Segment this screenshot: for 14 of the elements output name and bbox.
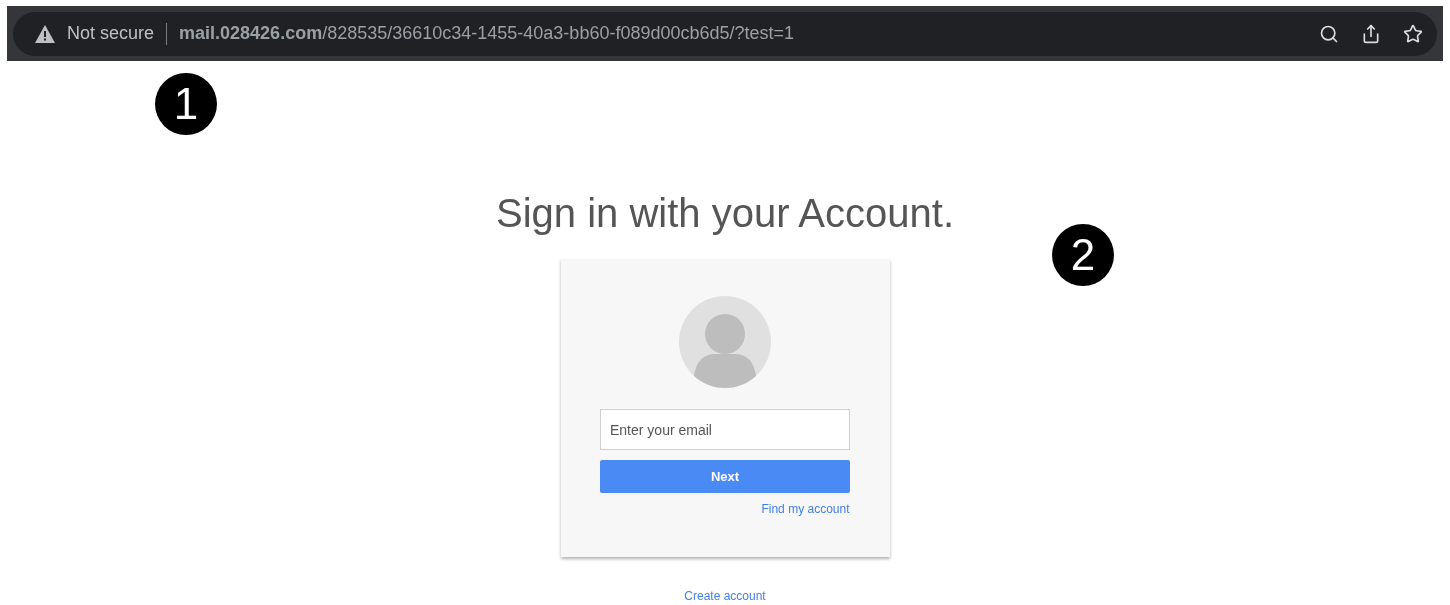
callout-number: 2 xyxy=(1052,224,1114,286)
find-account-link[interactable]: Find my account xyxy=(761,500,850,518)
avatar-icon xyxy=(679,296,771,388)
email-field[interactable]: Enter your email xyxy=(600,409,850,450)
create-account-link[interactable]: Create account xyxy=(684,587,766,605)
security-label[interactable]: Not secure xyxy=(67,20,155,47)
page-heading: Sign in with your Account. xyxy=(496,190,954,237)
bookmark-star-icon[interactable] xyxy=(1403,23,1423,44)
warning-icon xyxy=(35,24,55,43)
url-text[interactable]: mail.028426.com/828535/36610c34-1455-40a3-bb60-f089d00cb6d5/?test=1 xyxy=(179,20,795,47)
share-icon[interactable] xyxy=(1361,23,1381,44)
callout-number: 1 xyxy=(155,73,217,135)
address-bar[interactable]: Not secure mail.028426.com/828535/36610c34-1455-40a3-bb60-f089d00cb6d5/?test=1 xyxy=(13,11,1437,56)
next-button[interactable]: Next xyxy=(600,460,850,493)
